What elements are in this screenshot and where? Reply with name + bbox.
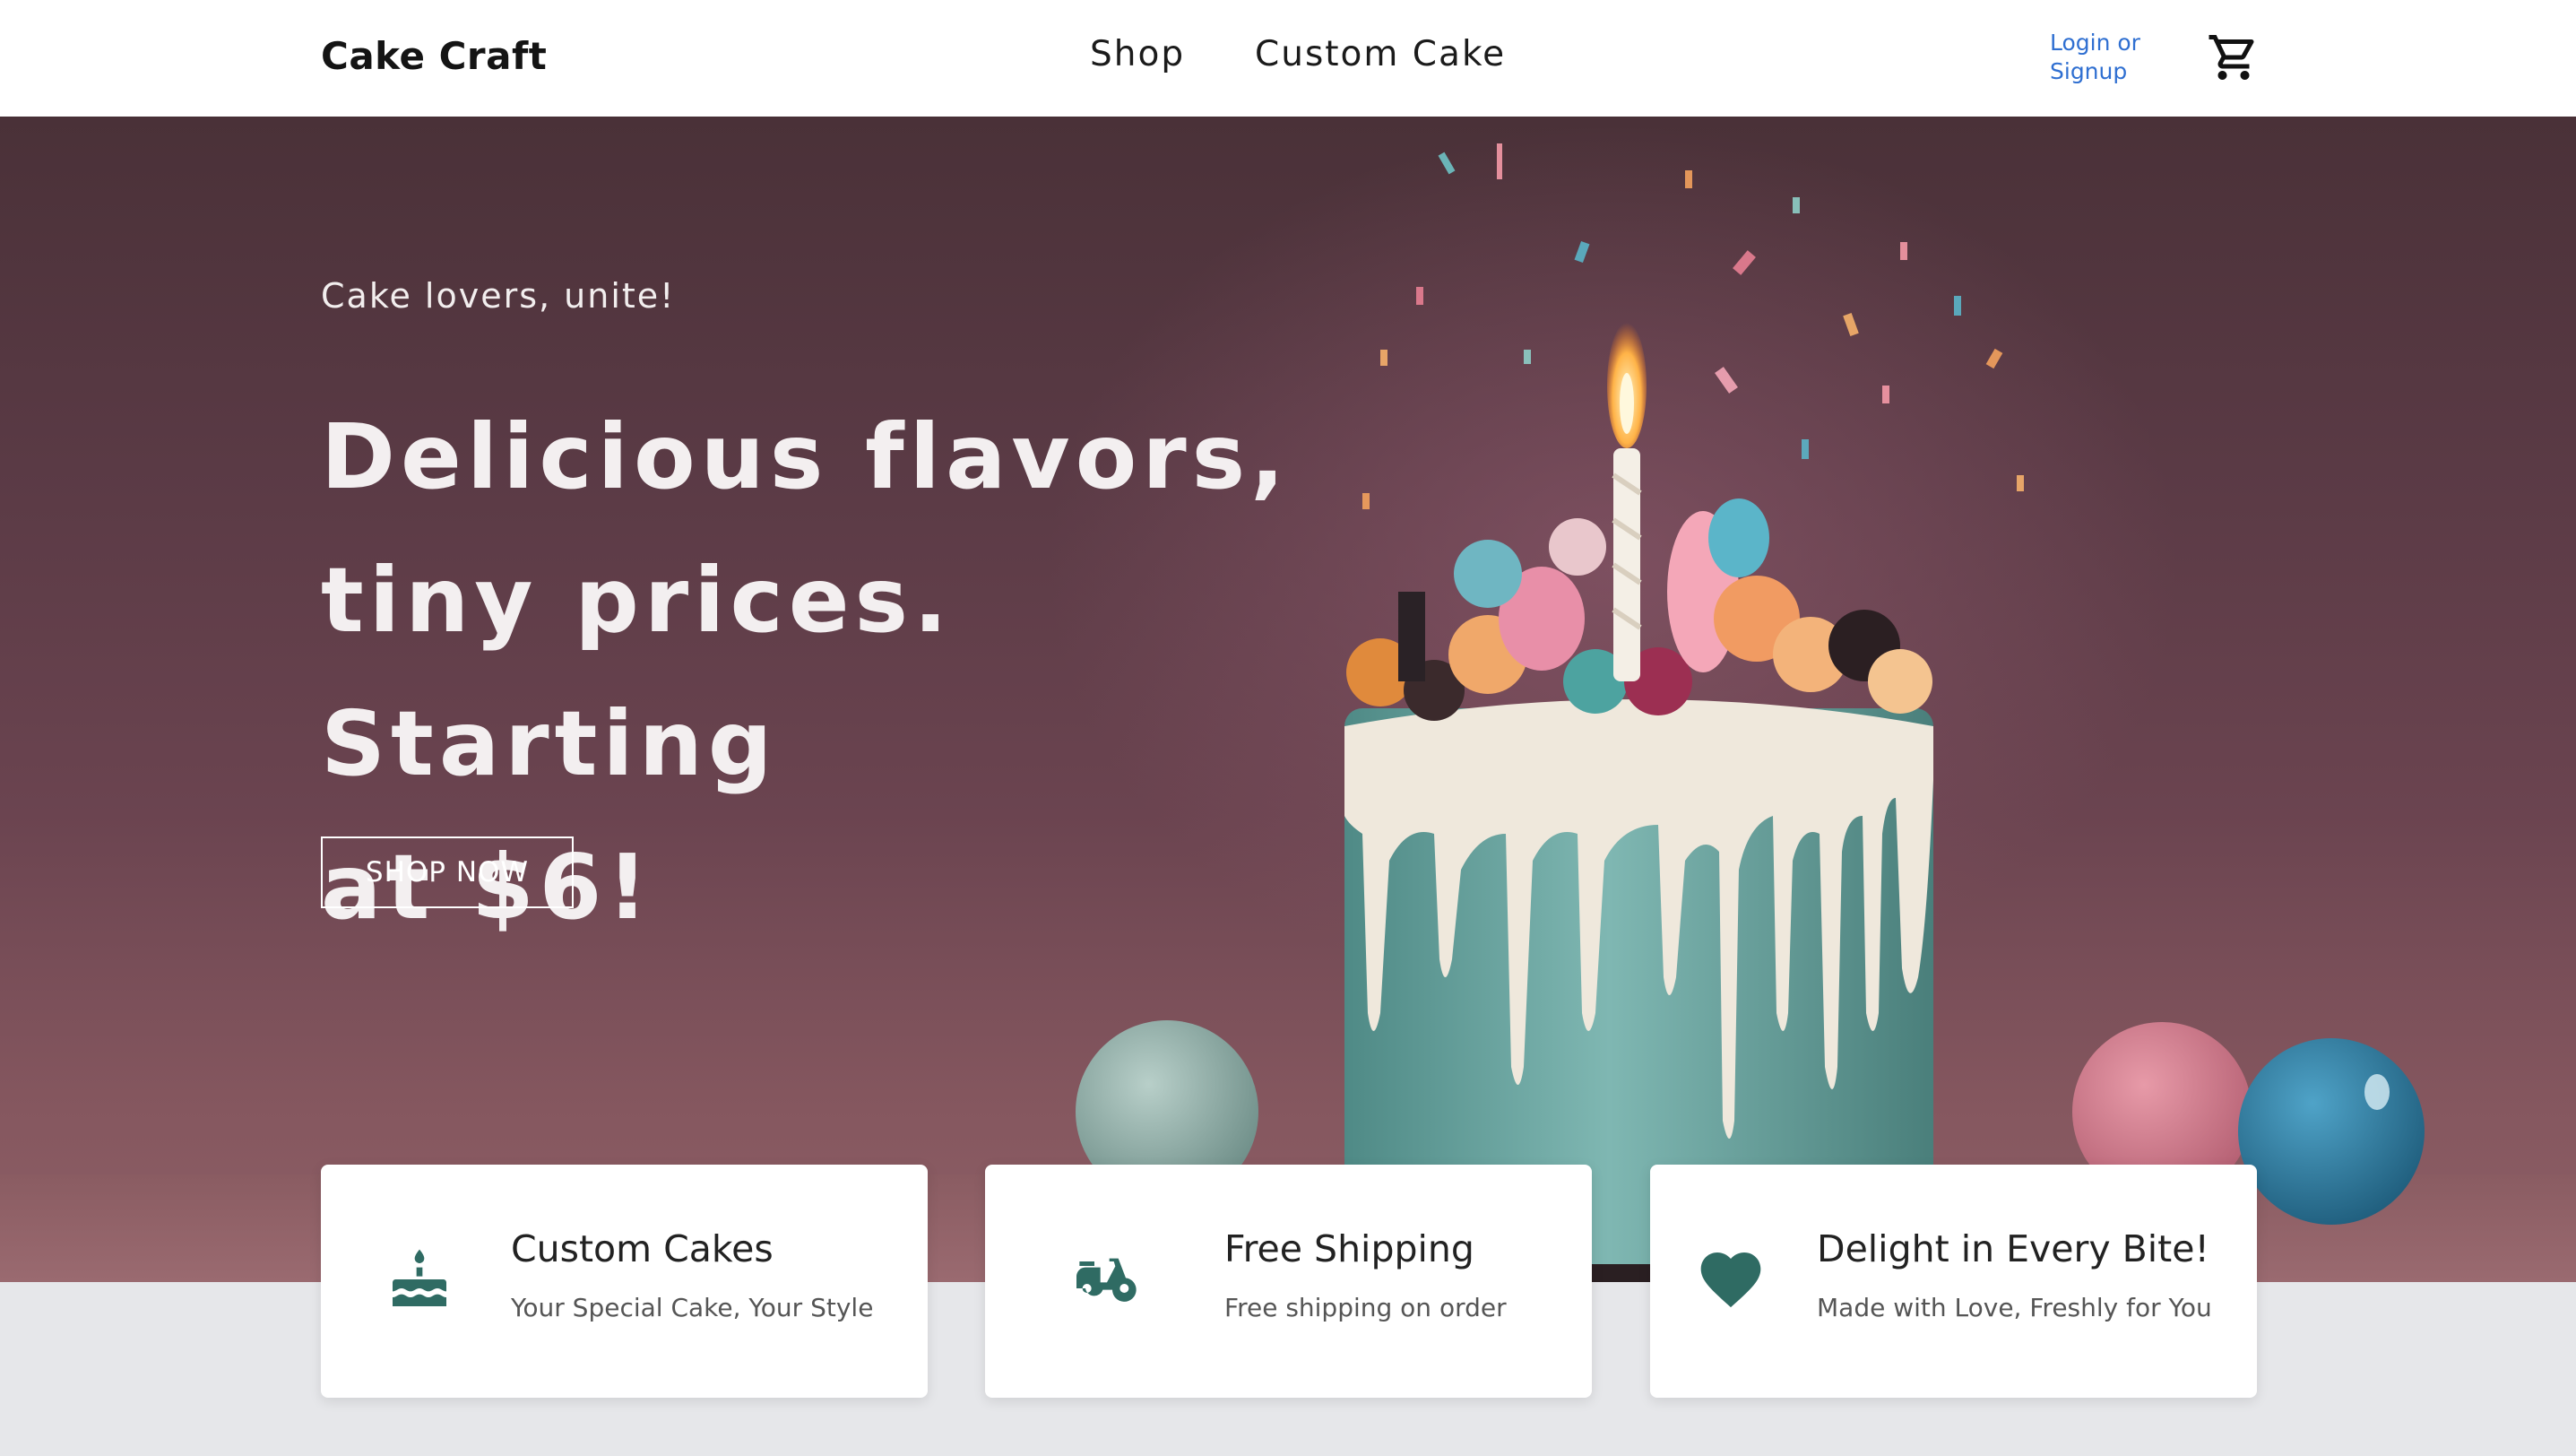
feature-title: Delight in Every Bite! [1817,1227,2209,1270]
shopping-cart-icon[interactable] [2207,30,2260,84]
site-logo[interactable]: Cake Craft [321,34,547,78]
login-label: Login or [2050,30,2140,56]
feature-title: Free Shipping [1224,1227,1474,1270]
signup-label: Signup [2050,58,2128,84]
feature-card-custom-cakes: Custom Cakes Your Special Cake, Your Sty… [321,1165,928,1398]
login-signup-link[interactable]: Login or Signup [2050,29,2157,86]
scooter-icon [1076,1258,1137,1302]
hero-banner: Cake lovers, unite! Delicious flavors, t… [0,117,2576,1282]
site-header: Cake Craft Shop Custom Cake Login or Sig… [0,0,2576,117]
nav-shop-link[interactable]: Shop [1090,34,1185,74]
feature-subtitle: Your Special Cake, Your Style [511,1293,874,1322]
shop-now-button[interactable]: SHOP NOW [321,836,574,908]
hero-headline-line-1: Delicious flavors, [321,404,1291,509]
nav-custom-cake-link[interactable]: Custom Cake [1255,34,1506,74]
hero-eyebrow: Cake lovers, unite! [321,276,676,316]
birthday-cake-icon [393,1249,446,1306]
feature-subtitle: Made with Love, Freshly for You [1817,1293,2212,1322]
heart-icon [1700,1252,1761,1308]
feature-subtitle: Free shipping on order [1224,1293,1507,1322]
feature-card-free-shipping: Free Shipping Free shipping on order [985,1165,1592,1398]
feature-card-delight: Delight in Every Bite! Made with Love, F… [1650,1165,2257,1398]
feature-title: Custom Cakes [511,1227,774,1270]
hero-headline-line-2: tiny prices. Starting [321,548,954,796]
